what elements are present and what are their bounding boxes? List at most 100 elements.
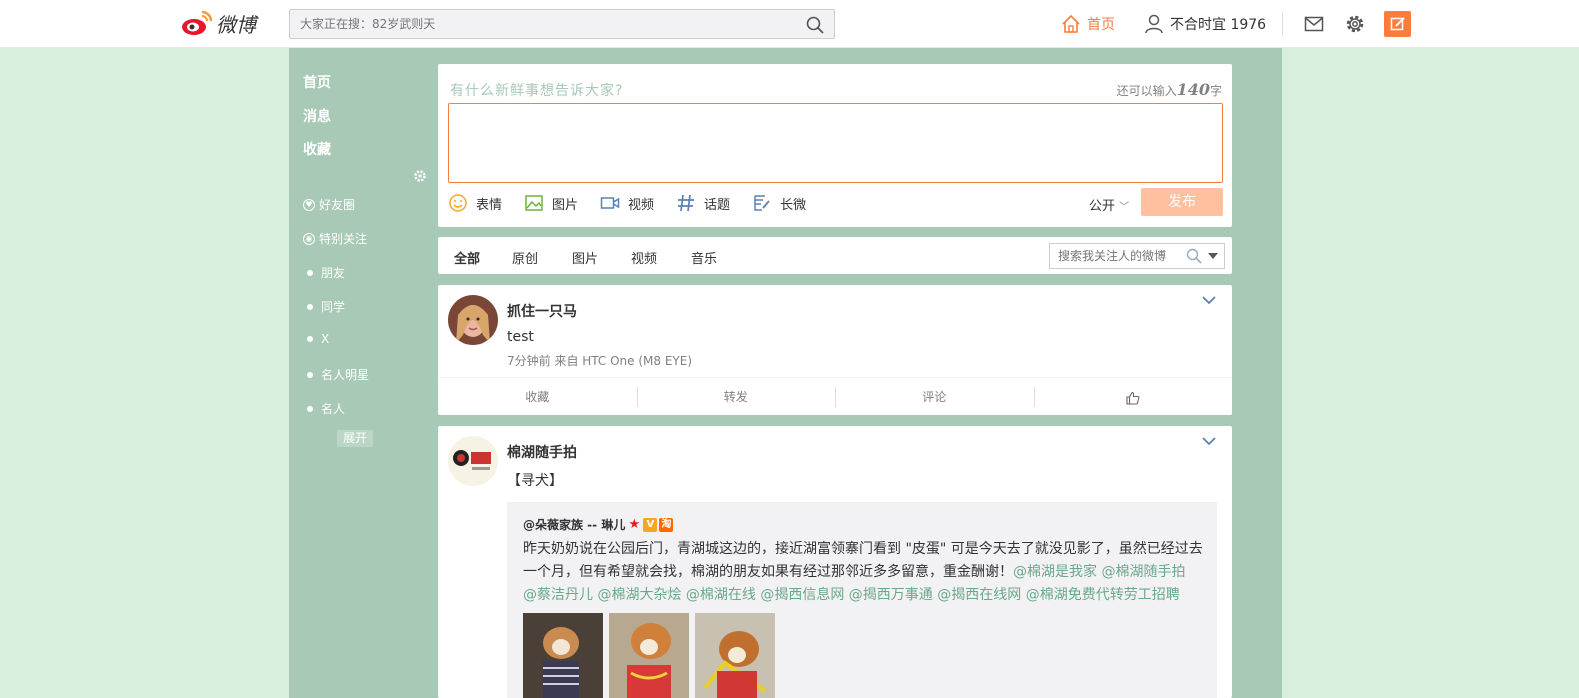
vip-badge-icon: V: [643, 517, 658, 532]
image-tool[interactable]: 图片: [524, 193, 578, 213]
dot-icon: [307, 269, 313, 276]
chevron-down-icon[interactable]: [1202, 436, 1216, 446]
tool-label: 表情: [476, 197, 503, 213]
publish-button[interactable]: 发布: [1141, 188, 1223, 216]
feed-post: 棉湖随手拍 【寻犬】 @朵薇家族 -- 琳儿 ★ V 淘 昨天奶奶说在公园后门，…: [438, 426, 1232, 698]
compose-textarea[interactable]: [448, 103, 1223, 183]
video-camera-icon: [600, 197, 620, 209]
group-label: 名人: [321, 402, 346, 416]
left-nav-home[interactable]: 首页: [303, 72, 331, 92]
taobao-badge-icon: 淘: [659, 517, 674, 532]
heart-ring-icon: ♥: [303, 198, 315, 211]
nav-home-link[interactable]: 首页: [1061, 14, 1115, 34]
quote-author-row: @朵薇家族 -- 琳儿 ★ V 淘: [523, 516, 674, 533]
tool-label: 视频: [628, 197, 655, 213]
user-icon: [1145, 14, 1163, 34]
compose-button[interactable]: [1384, 11, 1411, 37]
post-author[interactable]: 抓住一只马: [507, 301, 577, 321]
feed-search[interactable]: [1049, 243, 1225, 269]
thumbs-up-icon: [1126, 391, 1140, 405]
group-label: 朋友: [321, 266, 346, 280]
remain-prefix: 还可以输入: [1116, 84, 1177, 98]
like-button[interactable]: [1033, 378, 1233, 415]
quote-text: 昨天奶奶说在公园后门，青湖城这边的，接近湖富领寨门看到 "皮蛋" 可是今天去了就…: [523, 538, 1203, 607]
search-input[interactable]: [290, 10, 790, 38]
star-badge-icon: ★: [628, 516, 641, 532]
tab-pictures[interactable]: 图片: [572, 248, 598, 267]
favorite-button[interactable]: 收藏: [438, 378, 637, 415]
avatar[interactable]: [448, 436, 498, 486]
topic-tool[interactable]: 话题: [676, 193, 730, 213]
tool-label: 长微: [780, 197, 807, 213]
tool-label: 图片: [552, 197, 579, 213]
image-gallery: [523, 613, 781, 698]
dot-icon: [307, 405, 313, 412]
logo-text: 微博: [216, 12, 256, 37]
left-nav-group-celebrities[interactable]: 名人明星: [303, 366, 369, 383]
mail-icon[interactable]: [1304, 14, 1324, 34]
feed-filter-bar: 全部 原创 图片 视频 音乐: [438, 237, 1232, 274]
group-label: 名人明星: [321, 368, 370, 382]
tool-label: 话题: [704, 197, 731, 213]
post-meta[interactable]: 7分钟前 来自 HTC One (M8 EYE): [507, 352, 692, 369]
photo-thumbnail[interactable]: [523, 613, 603, 698]
weibo-logo-icon: [182, 10, 213, 35]
post-author[interactable]: 棉湖随手拍: [507, 442, 577, 462]
group-label: X: [321, 332, 330, 346]
top-bar: 微博 首页 不合时宜 1976: [0, 0, 1579, 48]
nav-user-link[interactable]: 不合时宜 1976: [1144, 14, 1266, 34]
left-nav-group-friends-circle[interactable]: ♥ 好友圈: [303, 196, 355, 213]
photo-thumbnail[interactable]: [695, 613, 775, 698]
global-search[interactable]: [289, 9, 835, 39]
settings-gear-icon[interactable]: [1344, 13, 1366, 35]
long-post-icon: [754, 195, 770, 211]
compose-toolbar: 表情 图片 视频 话题 长微: [448, 193, 828, 213]
search-icon[interactable]: [806, 16, 824, 34]
tab-videos[interactable]: 视频: [631, 248, 657, 267]
feed-post: 抓住一只马 test 7分钟前 来自 HTC One (M8 EYE) 收藏 转…: [438, 285, 1232, 415]
nav-home-label: 首页: [1087, 17, 1115, 33]
comment-button[interactable]: 评论: [835, 378, 1034, 415]
post-text: test: [507, 329, 534, 345]
tab-all[interactable]: 全部: [454, 248, 480, 267]
repost-button[interactable]: 转发: [636, 378, 836, 415]
tab-original[interactable]: 原创: [512, 248, 538, 267]
nav-user-label: 不合时宜 1976: [1170, 17, 1267, 33]
home-icon: [1062, 14, 1080, 33]
left-nav-group-famous[interactable]: 名人: [303, 400, 345, 417]
emoji-tool[interactable]: 表情: [448, 193, 502, 213]
long-post-tool[interactable]: 长微: [752, 193, 806, 213]
expand-groups-button[interactable]: 展开: [337, 430, 373, 447]
tab-music[interactable]: 音乐: [691, 248, 717, 267]
left-nav-messages[interactable]: 消息: [303, 106, 331, 126]
hashtag-icon: [678, 194, 695, 212]
dropdown-arrow-icon[interactable]: [1208, 253, 1218, 259]
eye-ring-icon: ◉: [303, 232, 315, 245]
compose-box: 有什么新鲜事想告诉大家? 还可以输入140字 表情 图片 视频 话题 长微 公开…: [438, 64, 1232, 227]
group-settings-gear-icon[interactable]: [413, 169, 427, 183]
avatar[interactable]: [448, 295, 498, 345]
left-nav-group-friends[interactable]: 朋友: [303, 264, 345, 281]
remain-count: 140: [1176, 80, 1210, 99]
left-nav-group-special[interactable]: ◉ 特别关注: [303, 230, 367, 247]
dot-icon: [307, 371, 313, 378]
photo-thumbnail[interactable]: [609, 613, 689, 698]
left-nav-group-x[interactable]: X: [303, 332, 329, 346]
feed-search-input[interactable]: [1050, 244, 1180, 268]
post-actions: 收藏 转发 评论: [438, 377, 1232, 415]
group-label: 同学: [321, 300, 346, 314]
video-tool[interactable]: 视频: [600, 193, 654, 213]
left-nav-favorites[interactable]: 收藏: [303, 139, 331, 159]
quote-author[interactable]: @朵薇家族 -- 琳儿: [523, 516, 625, 533]
smiley-icon: [449, 194, 467, 212]
chevron-down-icon[interactable]: [1202, 295, 1216, 305]
remain-suffix: 字: [1209, 84, 1222, 98]
left-nav-group-classmates[interactable]: 同学: [303, 298, 345, 315]
chevron-down-icon: ﹀: [1119, 202, 1130, 213]
nav-divider: [1282, 12, 1283, 36]
image-icon: [525, 195, 543, 211]
search-icon[interactable]: [1186, 248, 1202, 264]
privacy-dropdown[interactable]: 公开 ﹀: [1089, 195, 1129, 214]
weibo-logo[interactable]: 微博: [180, 8, 260, 38]
dot-icon: [307, 303, 313, 310]
